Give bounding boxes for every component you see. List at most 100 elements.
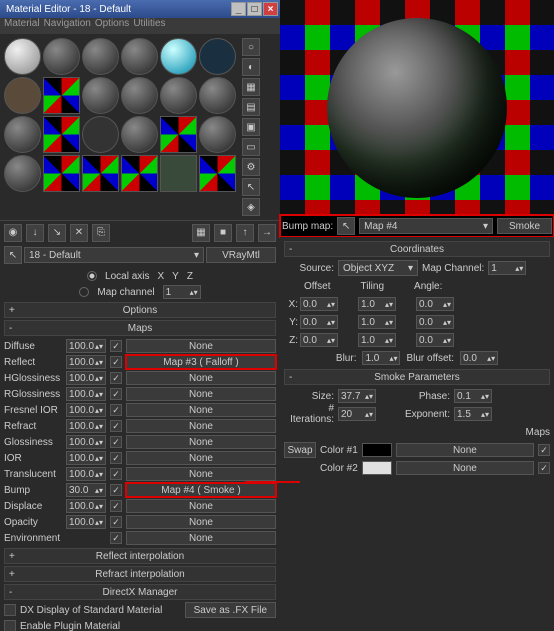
z-tiling[interactable]: 1.0▴▾ <box>358 333 396 347</box>
ior-check[interactable] <box>110 452 122 464</box>
menu-options[interactable]: Options <box>95 18 129 34</box>
bump-map-button[interactable]: Map #4 ( Smoke ) <box>126 483 276 497</box>
assign-icon[interactable]: ↘ <box>48 224 66 242</box>
fresnel-spinner[interactable]: 100.0▴▾ <box>66 403 106 417</box>
hgloss-check[interactable] <box>110 372 122 384</box>
swatch[interactable] <box>199 155 236 192</box>
blur-spinner[interactable]: 1.0▴▾ <box>362 351 400 365</box>
options-icon[interactable]: ⚙ <box>242 158 260 176</box>
clone-icon[interactable]: ⎘ <box>92 224 110 242</box>
material-icon[interactable]: ◈ <box>242 198 260 216</box>
gloss-map-button[interactable]: None <box>126 435 276 449</box>
axis-z[interactable]: Z <box>187 271 193 282</box>
swatch[interactable] <box>121 155 158 192</box>
size-spinner[interactable]: 37.7▴▾ <box>338 389 376 403</box>
axis-y[interactable]: Y <box>172 271 179 282</box>
y-offset[interactable]: 0.0▴▾ <box>300 315 338 329</box>
options-rollout[interactable]: +Options <box>4 302 276 318</box>
swatch[interactable] <box>4 116 41 153</box>
map-channel-radio[interactable] <box>79 287 89 297</box>
color2-check[interactable] <box>538 462 550 474</box>
maximize-button[interactable]: □ <box>247 2 262 16</box>
backlight-icon[interactable]: ◐ <box>242 58 260 76</box>
refract-map-button[interactable]: None <box>126 419 276 433</box>
background-icon[interactable]: ▦ <box>242 78 260 96</box>
swatch[interactable] <box>82 155 119 192</box>
iter-spinner[interactable]: 20▴▾ <box>338 407 376 421</box>
titlebar[interactable]: Material Editor - 18 - Default _ □ × <box>0 0 280 18</box>
enable-plugin-check[interactable] <box>4 620 16 631</box>
reflect-spinner[interactable]: 100.0▴▾ <box>66 355 106 369</box>
material-preview[interactable] <box>280 0 554 215</box>
swatch[interactable] <box>82 116 119 153</box>
swatch[interactable] <box>199 38 236 75</box>
diffuse-spinner[interactable]: 100.0▴▾ <box>66 339 106 353</box>
reflect-check[interactable] <box>110 356 122 368</box>
ior-spinner[interactable]: 100.0▴▾ <box>66 451 106 465</box>
x-tiling[interactable]: 1.0▴▾ <box>358 297 396 311</box>
opacity-check[interactable] <box>110 516 122 528</box>
env-check[interactable] <box>110 532 122 544</box>
z-offset[interactable]: 0.0▴▾ <box>300 333 338 347</box>
swatch[interactable] <box>43 116 80 153</box>
map-channel-spinner[interactable]: 1▴▾ <box>163 285 201 299</box>
local-axis-radio[interactable] <box>87 271 97 281</box>
swatch[interactable] <box>160 38 197 75</box>
reflinterp-rollout[interactable]: +Reflect interpolation <box>4 548 276 564</box>
swatch[interactable] <box>43 77 80 114</box>
minimize-button[interactable]: _ <box>231 2 246 16</box>
preview-icon[interactable]: ▭ <box>242 138 260 156</box>
source-dropdown[interactable]: Object XYZ▾ <box>338 260 418 276</box>
swatch[interactable] <box>43 38 80 75</box>
sample-uv-icon[interactable]: ▤ <box>242 98 260 116</box>
hgloss-map-button[interactable]: None <box>126 371 276 385</box>
close-button[interactable]: × <box>263 2 278 16</box>
go-sibling-icon[interactable]: → <box>258 224 276 242</box>
trans-spinner[interactable]: 100.0▴▾ <box>66 467 106 481</box>
opacity-map-button[interactable]: None <box>126 515 276 529</box>
video-check-icon[interactable]: ▣ <box>242 118 260 136</box>
rgloss-check[interactable] <box>110 388 122 400</box>
material-type-button[interactable]: VRayMtl <box>206 247 276 263</box>
delete-icon[interactable]: ✕ <box>70 224 88 242</box>
trans-check[interactable] <box>110 468 122 480</box>
z-angle[interactable]: 0.0▴▾ <box>416 333 454 347</box>
exp-spinner[interactable]: 1.5▴▾ <box>454 407 492 421</box>
menu-material[interactable]: Material <box>4 18 40 34</box>
displace-spinner[interactable]: 100.0▴▾ <box>66 499 106 513</box>
get-material-icon[interactable]: ◉ <box>4 224 22 242</box>
mapch-spinner[interactable]: 1▴▾ <box>488 261 526 275</box>
rgloss-spinner[interactable]: 100.0▴▾ <box>66 387 106 401</box>
ior-map-button[interactable]: None <box>126 451 276 465</box>
env-map-button[interactable]: None <box>126 531 276 545</box>
bump-check[interactable] <box>110 484 122 496</box>
material-slot-dropdown[interactable]: 18 - Default ▾ <box>24 247 204 263</box>
swatch[interactable] <box>121 38 158 75</box>
select-icon[interactable]: ↖ <box>242 178 260 196</box>
gloss-spinner[interactable]: 100.0▴▾ <box>66 435 106 449</box>
coords-rollout[interactable]: -Coordinates <box>284 241 550 257</box>
maps-rollout[interactable]: -Maps <box>4 320 276 336</box>
color2-swatch[interactable] <box>362 461 392 475</box>
refract-check[interactable] <box>110 420 122 432</box>
swatch[interactable] <box>82 77 119 114</box>
swatch[interactable] <box>121 77 158 114</box>
show-map-icon[interactable]: ▦ <box>192 224 210 242</box>
trans-map-button[interactable]: None <box>126 467 276 481</box>
color1-map-button[interactable]: None <box>396 443 534 457</box>
bluroff-spinner[interactable]: 0.0▴▾ <box>460 351 498 365</box>
gloss-check[interactable] <box>110 436 122 448</box>
bump-spinner[interactable]: 30.0▴▾ <box>66 483 106 497</box>
swatch[interactable] <box>82 38 119 75</box>
swatch[interactable] <box>199 77 236 114</box>
swatch[interactable] <box>121 116 158 153</box>
sample-type-icon[interactable]: ○ <box>242 38 260 56</box>
axis-x[interactable]: X <box>158 271 165 282</box>
swatch[interactable] <box>160 77 197 114</box>
phase-spinner[interactable]: 0.1▴▾ <box>454 389 492 403</box>
pick-icon[interactable]: ↖ <box>337 217 355 235</box>
reflect-map-button[interactable]: Map #3 ( Falloff ) <box>126 355 276 369</box>
displace-check[interactable] <box>110 500 122 512</box>
save-fx-button[interactable]: Save as .FX File <box>185 602 276 618</box>
swatch[interactable] <box>4 77 41 114</box>
